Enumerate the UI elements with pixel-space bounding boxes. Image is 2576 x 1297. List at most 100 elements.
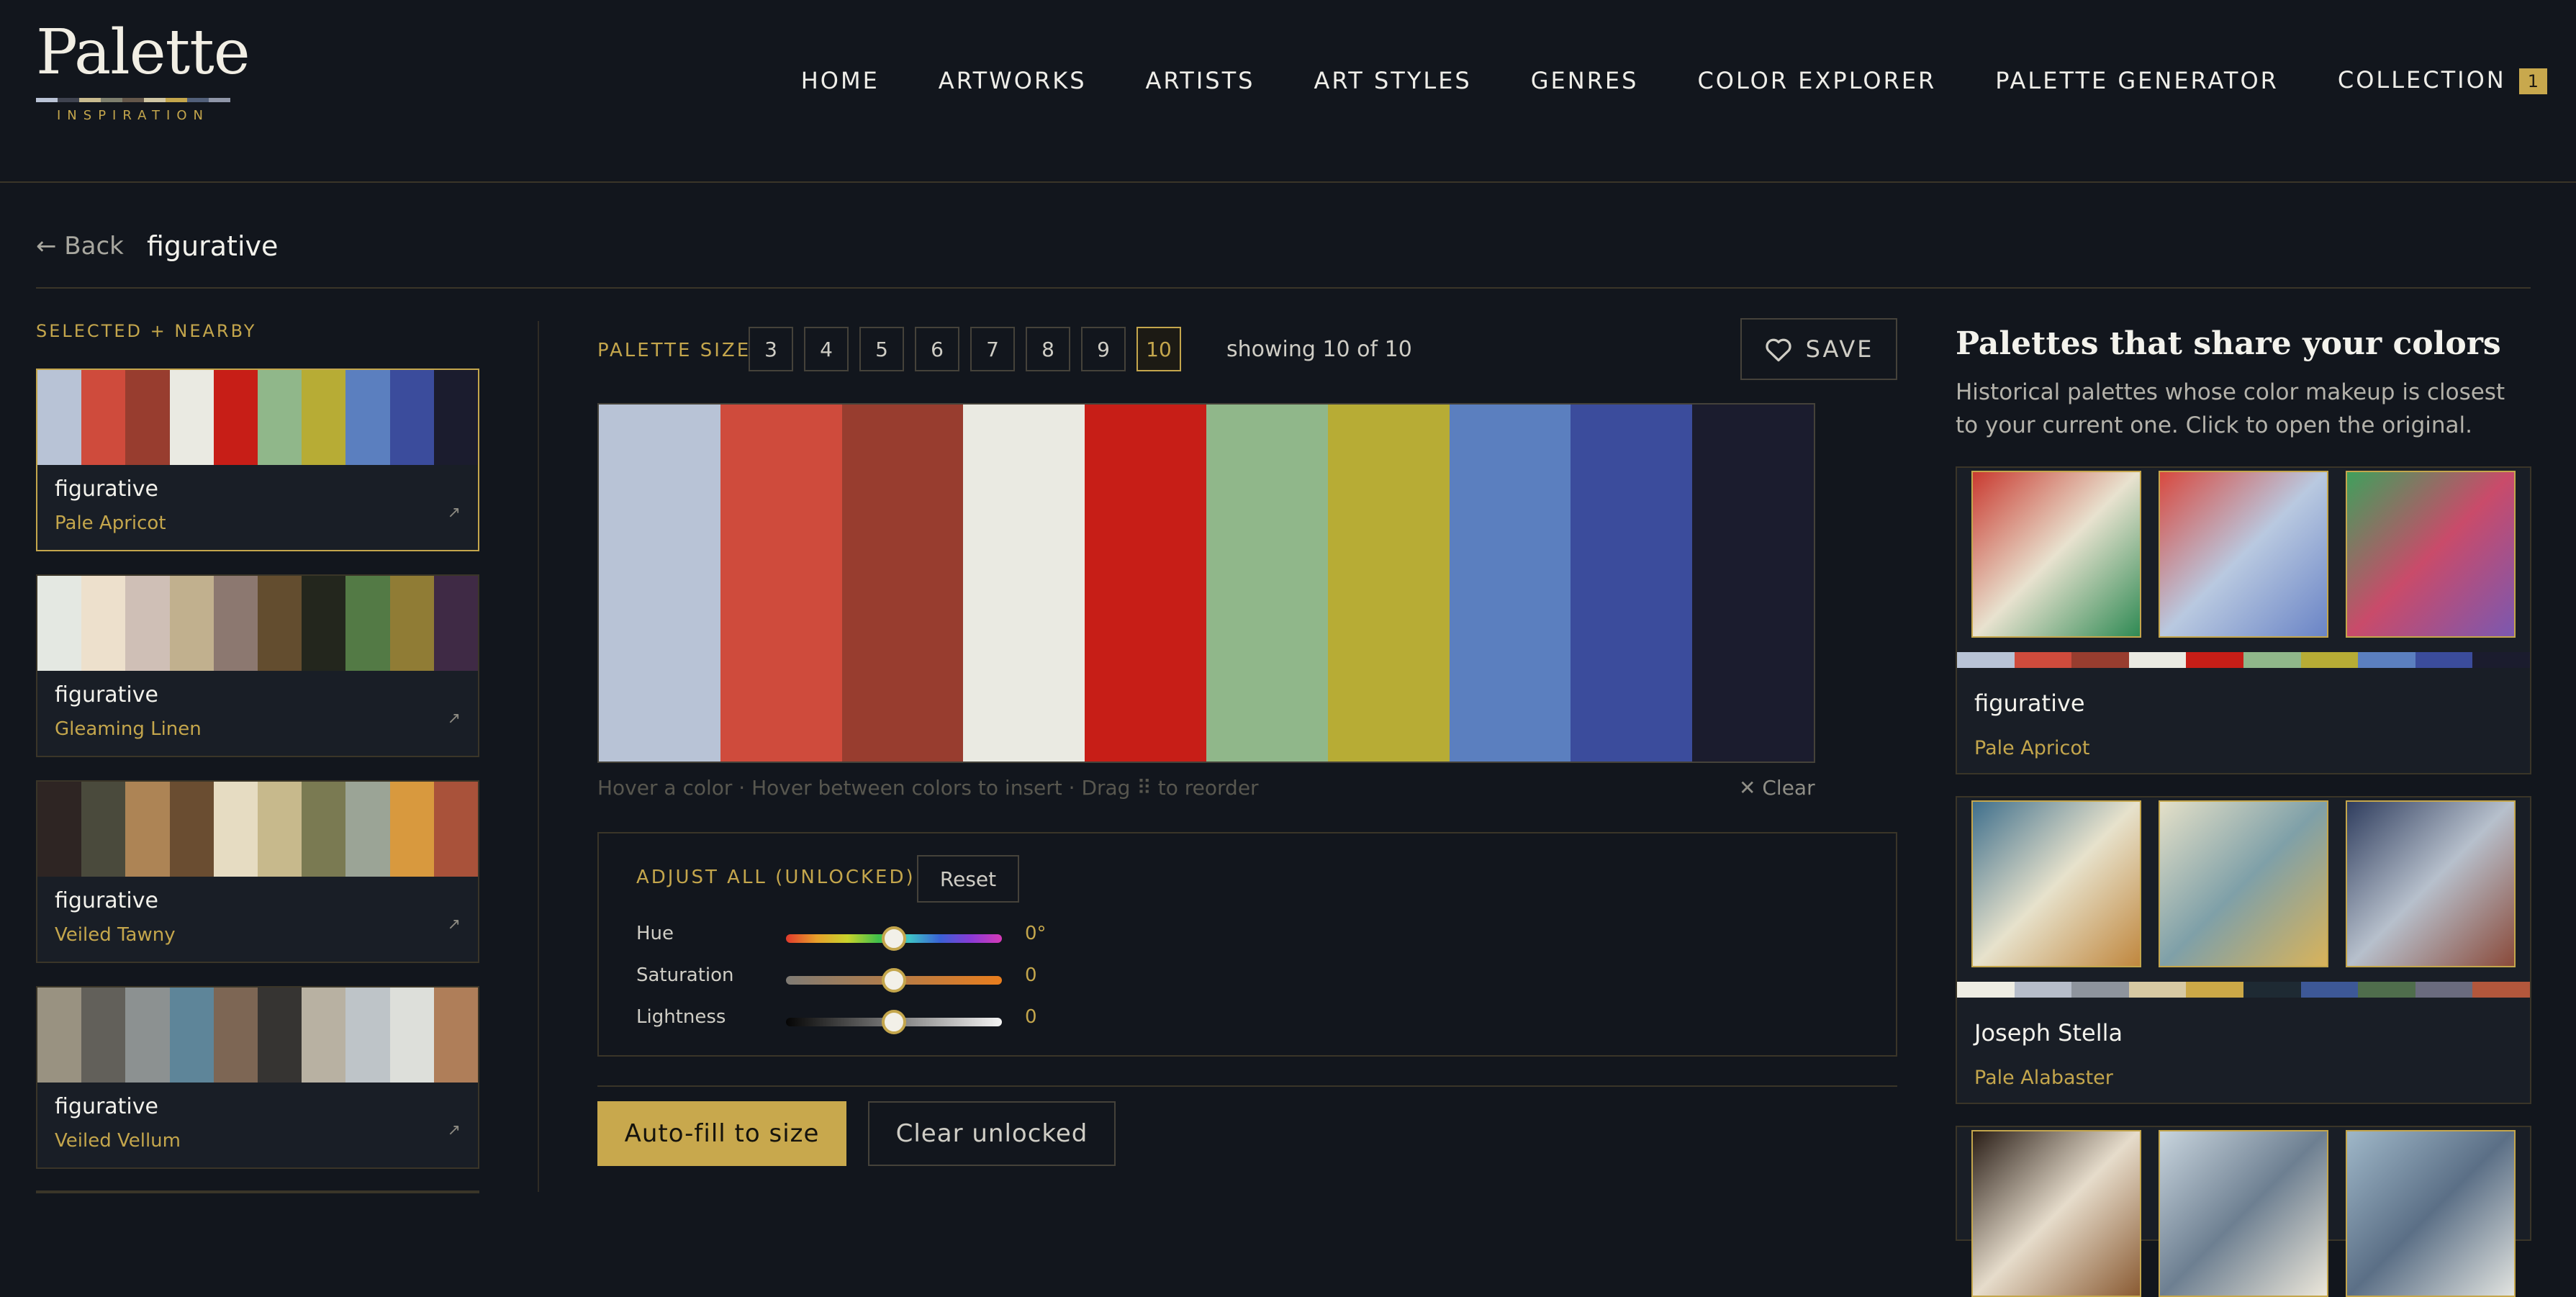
similar-palette-card[interactable]	[1956, 1126, 2531, 1297]
palette-color-swatch[interactable]	[1571, 405, 1693, 762]
artwork-thumbnail[interactable]	[2346, 1130, 2516, 1297]
palette-color-swatch[interactable]	[963, 405, 1085, 762]
palette-size-option-9[interactable]: 9	[1081, 327, 1126, 371]
artwork-thumbnail[interactable]	[2159, 471, 2328, 638]
nav-artists[interactable]: ARTISTS	[1146, 67, 1255, 94]
logo-strip-segment	[166, 98, 187, 102]
color-swatch	[213, 576, 258, 671]
similar-palette-card[interactable]: figurative Pale Apricot	[1956, 466, 2531, 774]
lightness-value: 0	[1025, 1006, 1037, 1028]
color-swatch	[37, 988, 82, 1083]
sidebar-palette-card[interactable]	[36, 1190, 479, 1193]
open-arrow-icon[interactable]: ↗	[448, 710, 461, 728]
color-swatch	[2243, 982, 2301, 998]
palette-size-option-8[interactable]: 8	[1026, 327, 1070, 371]
logo-subtitle: INSPIRATION	[57, 108, 209, 123]
color-swatch	[81, 782, 126, 877]
color-swatch	[37, 370, 82, 465]
open-arrow-icon[interactable]: ↗	[448, 504, 461, 522]
clear-unlocked-button[interactable]: Clear unlocked	[868, 1101, 1116, 1166]
palette-size-option-5[interactable]: 5	[859, 327, 904, 371]
palette-color-swatch[interactable]	[1449, 405, 1571, 762]
color-swatch	[345, 576, 390, 671]
saturation-slider-thumb[interactable]	[882, 968, 906, 993]
nav-palette-generator[interactable]: PALETTE GENERATOR	[1995, 67, 2279, 94]
color-swatch	[2014, 982, 2072, 998]
nav-home[interactable]: HOME	[801, 67, 880, 94]
color-swatch	[2300, 982, 2359, 998]
color-swatch	[37, 782, 82, 877]
sidebar-palette-card[interactable]: figurative Veiled Vellum ↗	[36, 986, 479, 1169]
logo-strip-segment	[36, 98, 58, 102]
artwork-thumbnail[interactable]	[1971, 1130, 2141, 1297]
palette-card-subtitle: Pale Apricot	[55, 512, 166, 534]
color-swatch	[2358, 982, 2415, 998]
palette-color-swatch[interactable]	[1327, 405, 1450, 762]
open-arrow-icon[interactable]: ↗	[448, 1121, 461, 1139]
sidebar-divider	[538, 321, 539, 1192]
color-swatch	[169, 576, 214, 671]
clear-palette-button[interactable]: ✕ Clear	[1739, 776, 1815, 800]
palette-card-subtitle: Veiled Tawny	[55, 924, 176, 946]
artwork-thumbnail[interactable]	[2159, 800, 2328, 967]
palette-color-strip	[1957, 652, 2530, 668]
color-swatch	[213, 782, 258, 877]
palette-card-name: figurative	[55, 476, 158, 502]
back-link[interactable]: ← Back	[36, 232, 124, 261]
logo-strip-segment	[187, 98, 209, 102]
palette-card-name: figurative	[55, 682, 158, 708]
sidebar-palette-card[interactable]: figurative Veiled Tawny ↗	[36, 780, 479, 963]
color-swatch	[2472, 982, 2530, 998]
palette-hint: Hover a color · Hover between colors to …	[597, 776, 1259, 800]
palette-card-name: figurative	[55, 888, 158, 913]
palette-size-option-6[interactable]: 6	[915, 327, 959, 371]
save-label: SAVE	[1805, 335, 1874, 363]
artwork-thumbnail[interactable]	[1971, 471, 2141, 638]
palette-size-option-7[interactable]: 7	[970, 327, 1015, 371]
artwork-thumbnail[interactable]	[2346, 800, 2516, 967]
color-swatch	[389, 988, 434, 1083]
nav-collection[interactable]: COLLECTION 1	[2338, 66, 2547, 94]
reset-button[interactable]: Reset	[917, 855, 1019, 903]
color-swatch	[302, 576, 346, 671]
open-arrow-icon[interactable]: ↗	[448, 916, 461, 934]
palette-card-name: figurative	[55, 1094, 158, 1119]
lightness-slider-thumb[interactable]	[882, 1010, 906, 1034]
similar-palette-card[interactable]: Joseph Stella Pale Alabaster	[1956, 796, 2531, 1104]
similar-palette-name: Joseph Stella	[1974, 1019, 2123, 1047]
palette-color-swatch[interactable]	[1206, 405, 1328, 762]
auto-fill-button[interactable]: Auto-fill to size	[597, 1101, 846, 1166]
color-swatch	[2415, 652, 2473, 668]
heart-icon	[1765, 338, 1791, 362]
palette-size-option-10[interactable]: 10	[1136, 327, 1181, 371]
color-swatch	[258, 988, 302, 1083]
palette-color-swatch[interactable]	[1085, 405, 1206, 762]
palette-color-swatch[interactable]	[841, 405, 964, 762]
sidebar-section-title: SELECTED + NEARBY	[36, 321, 257, 341]
color-swatch	[302, 370, 346, 465]
color-swatch	[258, 370, 302, 465]
nav-art-styles[interactable]: ART STYLES	[1314, 67, 1471, 94]
artwork-thumbnail[interactable]	[2346, 471, 2516, 638]
nav-genres[interactable]: GENRES	[1531, 67, 1639, 94]
color-swatch	[81, 370, 126, 465]
nav-color-explorer[interactable]: COLOR EXPLORER	[1697, 67, 1936, 94]
palette-color-swatch[interactable]	[720, 405, 842, 762]
palette-size-option-4[interactable]: 4	[804, 327, 849, 371]
adjust-all-panel: ADJUST ALL (UNLOCKED) Reset Hue 0° Satur…	[597, 832, 1897, 1057]
nav-artworks[interactable]: ARTWORKS	[939, 67, 1087, 94]
artwork-thumbnail[interactable]	[1971, 800, 2141, 967]
hue-slider-thumb[interactable]	[882, 926, 906, 951]
logo-title[interactable]: Palette	[36, 22, 250, 83]
palette-color-swatch[interactable]	[599, 405, 720, 762]
logo-color-strip	[36, 98, 230, 102]
artwork-thumbnail[interactable]	[2159, 1130, 2328, 1297]
color-swatch	[1957, 982, 2015, 998]
palette-color-swatch[interactable]	[1692, 405, 1814, 762]
sidebar-palette-card[interactable]: figurative Pale Apricot ↗	[36, 369, 479, 551]
similar-palette-subtitle: Pale Apricot	[1974, 737, 2090, 759]
palette-size-option-3[interactable]: 3	[749, 327, 793, 371]
save-button[interactable]: SAVE	[1740, 318, 1897, 380]
palette-editor-swatches[interactable]	[597, 403, 1815, 763]
sidebar-palette-card[interactable]: figurative Gleaming Linen ↗	[36, 574, 479, 757]
